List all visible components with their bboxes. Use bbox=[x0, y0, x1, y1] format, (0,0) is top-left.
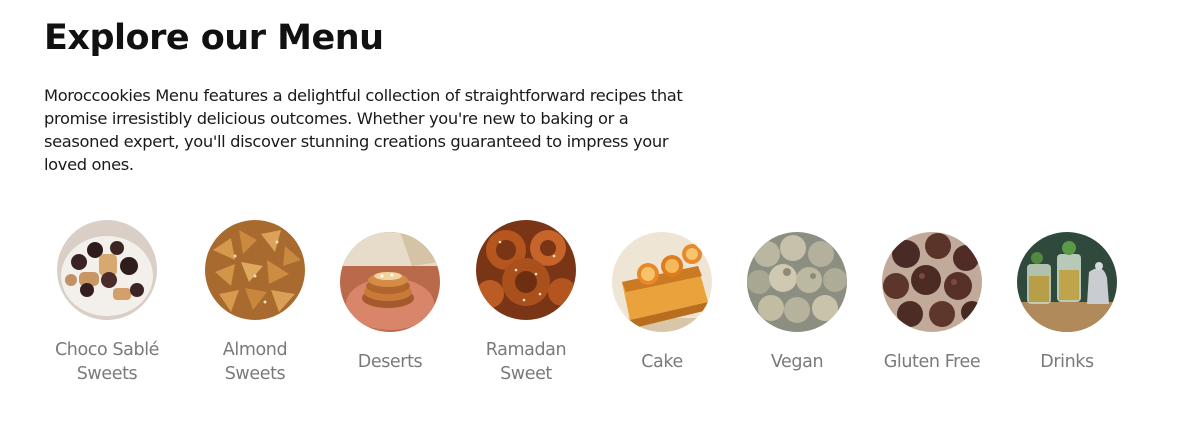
menu-description: Moroccookies Menu features a delightful … bbox=[44, 86, 683, 174]
ramadan-sweet-photo[interactable] bbox=[476, 220, 576, 320]
drinks-photo[interactable] bbox=[1017, 232, 1117, 332]
menu-item-label[interactable]: Almond Sweets bbox=[190, 338, 320, 386]
choco-sable-sweets-photo[interactable] bbox=[57, 220, 157, 320]
menu-item-label[interactable]: Vegan bbox=[732, 350, 862, 374]
menu-item-label[interactable]: Cake bbox=[597, 350, 727, 374]
menu-item-label[interactable]: Drinks bbox=[1002, 350, 1132, 374]
almond-sweets-photo[interactable] bbox=[205, 220, 305, 320]
deserts-photo[interactable] bbox=[340, 232, 440, 332]
page-title: Explore our Menu bbox=[44, 18, 384, 58]
menu-item-label[interactable]: Gluten Free bbox=[867, 350, 997, 374]
vegan-photo[interactable] bbox=[747, 232, 847, 332]
menu-item-label[interactable]: Choco Sablé Sweets bbox=[42, 338, 172, 386]
menu-item-label[interactable]: Deserts bbox=[325, 350, 455, 374]
cake-photo[interactable] bbox=[612, 232, 712, 332]
gluten-free-photo[interactable] bbox=[882, 232, 982, 332]
menu-item-label[interactable]: Ramadan Sweet bbox=[461, 338, 591, 386]
